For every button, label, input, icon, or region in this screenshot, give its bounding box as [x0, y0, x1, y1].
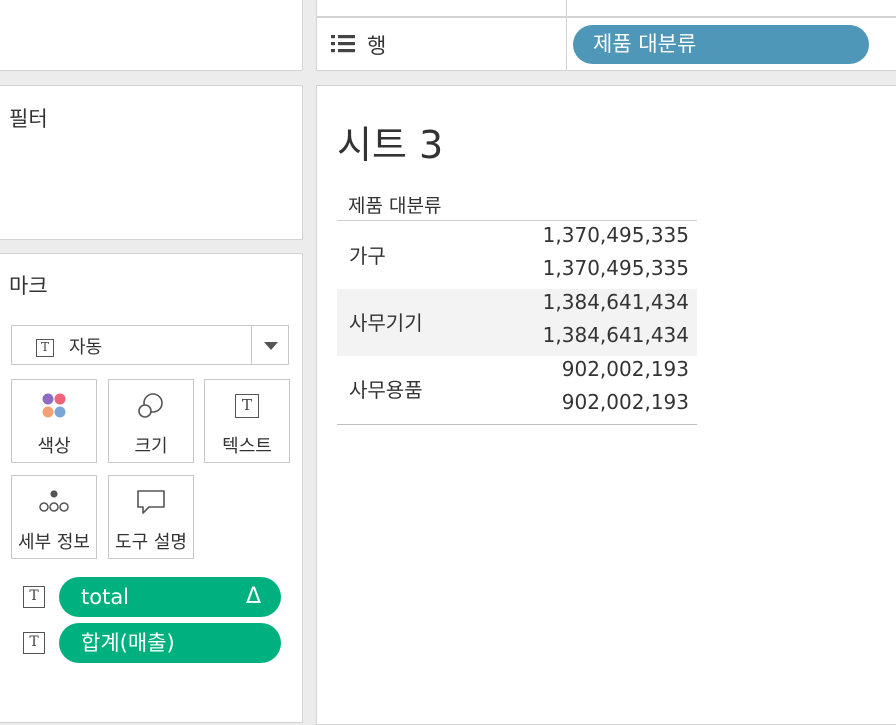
- total-pill[interactable]: total Δ: [59, 577, 281, 617]
- header-divider: [337, 220, 497, 221]
- row-header[interactable]: 제품 대분류: [348, 191, 441, 218]
- sum-sales-pill-label: 합계(매출): [81, 631, 175, 655]
- text-t-icon: T: [205, 392, 289, 420]
- rows-list-icon: [331, 34, 355, 58]
- columns-shelf[interactable]: [316, 0, 896, 17]
- filters-title: 필터: [9, 107, 48, 131]
- size-circles-icon: [109, 392, 193, 420]
- category-label: 사무용품: [349, 378, 423, 402]
- tooltip-card[interactable]: 도구 설명: [108, 475, 194, 559]
- delta-icon: Δ: [245, 584, 261, 609]
- color-card[interactable]: 색상: [11, 379, 97, 463]
- chevron-down-icon[interactable]: [251, 326, 288, 364]
- mark-type-dropdown[interactable]: T 자동: [11, 325, 289, 365]
- color-dots-icon: [12, 392, 96, 420]
- table-row[interactable]: 사무용품 902,002,193 902,002,193: [337, 356, 697, 423]
- shelf-divider: [566, 18, 567, 70]
- value-cell[interactable]: 1,384,641,434: [543, 290, 689, 314]
- mark-type-label: 자동: [69, 337, 103, 358]
- pages-panel: [0, 0, 303, 71]
- tooltip-card-label: 도구 설명: [115, 532, 187, 553]
- value-cell[interactable]: 1,370,495,335: [543, 256, 689, 280]
- size-card-label: 크기: [134, 436, 168, 457]
- sum-sales-pill[interactable]: 합계(매출): [59, 623, 281, 663]
- table-divider: [497, 220, 697, 221]
- value-cell[interactable]: 902,002,193: [562, 390, 689, 414]
- marks-title: 마크: [9, 274, 48, 298]
- value-cell[interactable]: 1,384,641,434: [543, 323, 689, 347]
- sheet-title[interactable]: 시트 3: [337, 114, 443, 169]
- text-card[interactable]: T 텍스트: [204, 379, 290, 463]
- shelf-divider: [566, 0, 567, 16]
- table-row[interactable]: 가구 1,370,495,335 1,370,495,335: [337, 222, 697, 289]
- total-pill-label: total: [81, 585, 130, 609]
- text-t-icon: T: [36, 336, 54, 357]
- table-bottom-border: [337, 424, 697, 425]
- value-cell[interactable]: 902,002,193: [562, 357, 689, 381]
- rows-label: 행: [367, 34, 387, 58]
- rows-pill-category[interactable]: 제품 대분류: [573, 25, 869, 64]
- text-t-icon: T: [23, 632, 45, 654]
- detail-card[interactable]: 세부 정보: [11, 475, 97, 559]
- filters-panel[interactable]: 필터: [0, 85, 303, 240]
- text-card-label: 텍스트: [222, 436, 272, 457]
- text-t-icon: T: [23, 586, 45, 608]
- category-label: 사무기기: [349, 311, 423, 335]
- detail-card-label: 세부 정보: [18, 532, 90, 553]
- rows-shelf[interactable]: 행 제품 대분류: [316, 17, 896, 71]
- worksheet-view: 시트 3 제품 대분류 가구 1,370,495,335 1,370,495,3…: [316, 85, 896, 725]
- marks-panel: 마크 T 자동 색상 크기 T 텍스트 세부 정보 도구 설명 T total …: [0, 253, 303, 723]
- tooltip-bubble-icon: [109, 488, 193, 516]
- detail-dots-icon: [12, 488, 96, 516]
- color-card-label: 색상: [37, 436, 71, 457]
- table-row[interactable]: 사무기기 1,384,641,434 1,384,641,434: [337, 289, 697, 356]
- category-label: 가구: [349, 244, 386, 268]
- size-card[interactable]: 크기: [108, 379, 194, 463]
- value-cell[interactable]: 1,370,495,335: [543, 223, 689, 247]
